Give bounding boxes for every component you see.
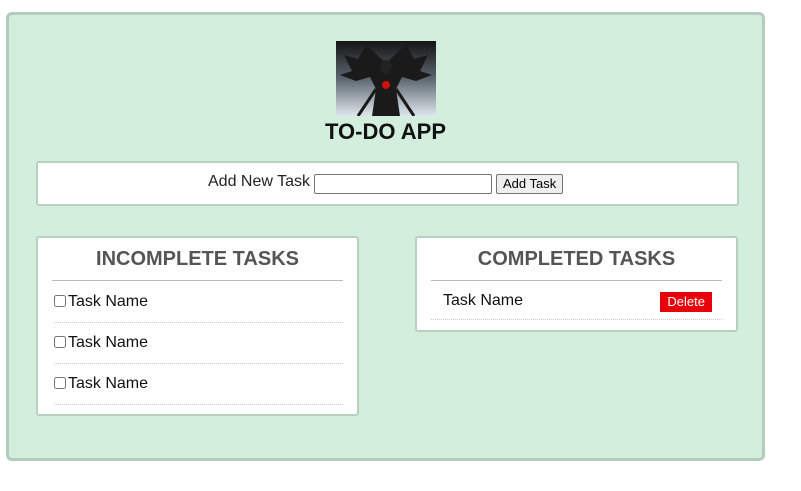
add-task-form: Add New Task Add Task bbox=[36, 161, 739, 206]
heading-divider bbox=[431, 280, 722, 281]
heading-divider bbox=[52, 280, 343, 281]
task-checkbox[interactable] bbox=[54, 377, 66, 389]
task-name: Task Name bbox=[68, 334, 149, 351]
page-title: TO-DO APP bbox=[324, 119, 446, 144]
completed-tasks-heading: COMPLETED TASKS bbox=[477, 248, 676, 270]
incomplete-task-row: Task Name bbox=[54, 282, 343, 323]
task-checkbox[interactable] bbox=[54, 336, 66, 348]
incomplete-tasks-panel: INCOMPLETE TASKS Task Name Task Name Tas… bbox=[36, 236, 359, 416]
incomplete-tasks-heading: INCOMPLETE TASKS bbox=[96, 248, 299, 270]
winged-demon-logo-icon bbox=[336, 41, 436, 116]
task-name: Task Name bbox=[68, 293, 149, 310]
new-task-input[interactable] bbox=[314, 174, 492, 194]
task-checkbox[interactable] bbox=[54, 295, 66, 307]
delete-task-button[interactable]: Delete bbox=[660, 292, 712, 312]
completed-tasks-panel: COMPLETED TASKS Task Name Delete bbox=[415, 236, 738, 332]
incomplete-task-row: Task Name bbox=[54, 364, 343, 405]
task-name: Task Name bbox=[443, 292, 524, 309]
incomplete-task-row: Task Name bbox=[54, 323, 343, 364]
add-task-label: Add New Task bbox=[208, 173, 310, 190]
add-task-button[interactable]: Add Task bbox=[496, 174, 564, 194]
todo-app-container: TO-DO APP Add New Task Add Task INCOMPLE… bbox=[6, 12, 765, 461]
task-name: Task Name bbox=[68, 375, 149, 392]
completed-task-row: Task Name Delete bbox=[431, 282, 722, 320]
